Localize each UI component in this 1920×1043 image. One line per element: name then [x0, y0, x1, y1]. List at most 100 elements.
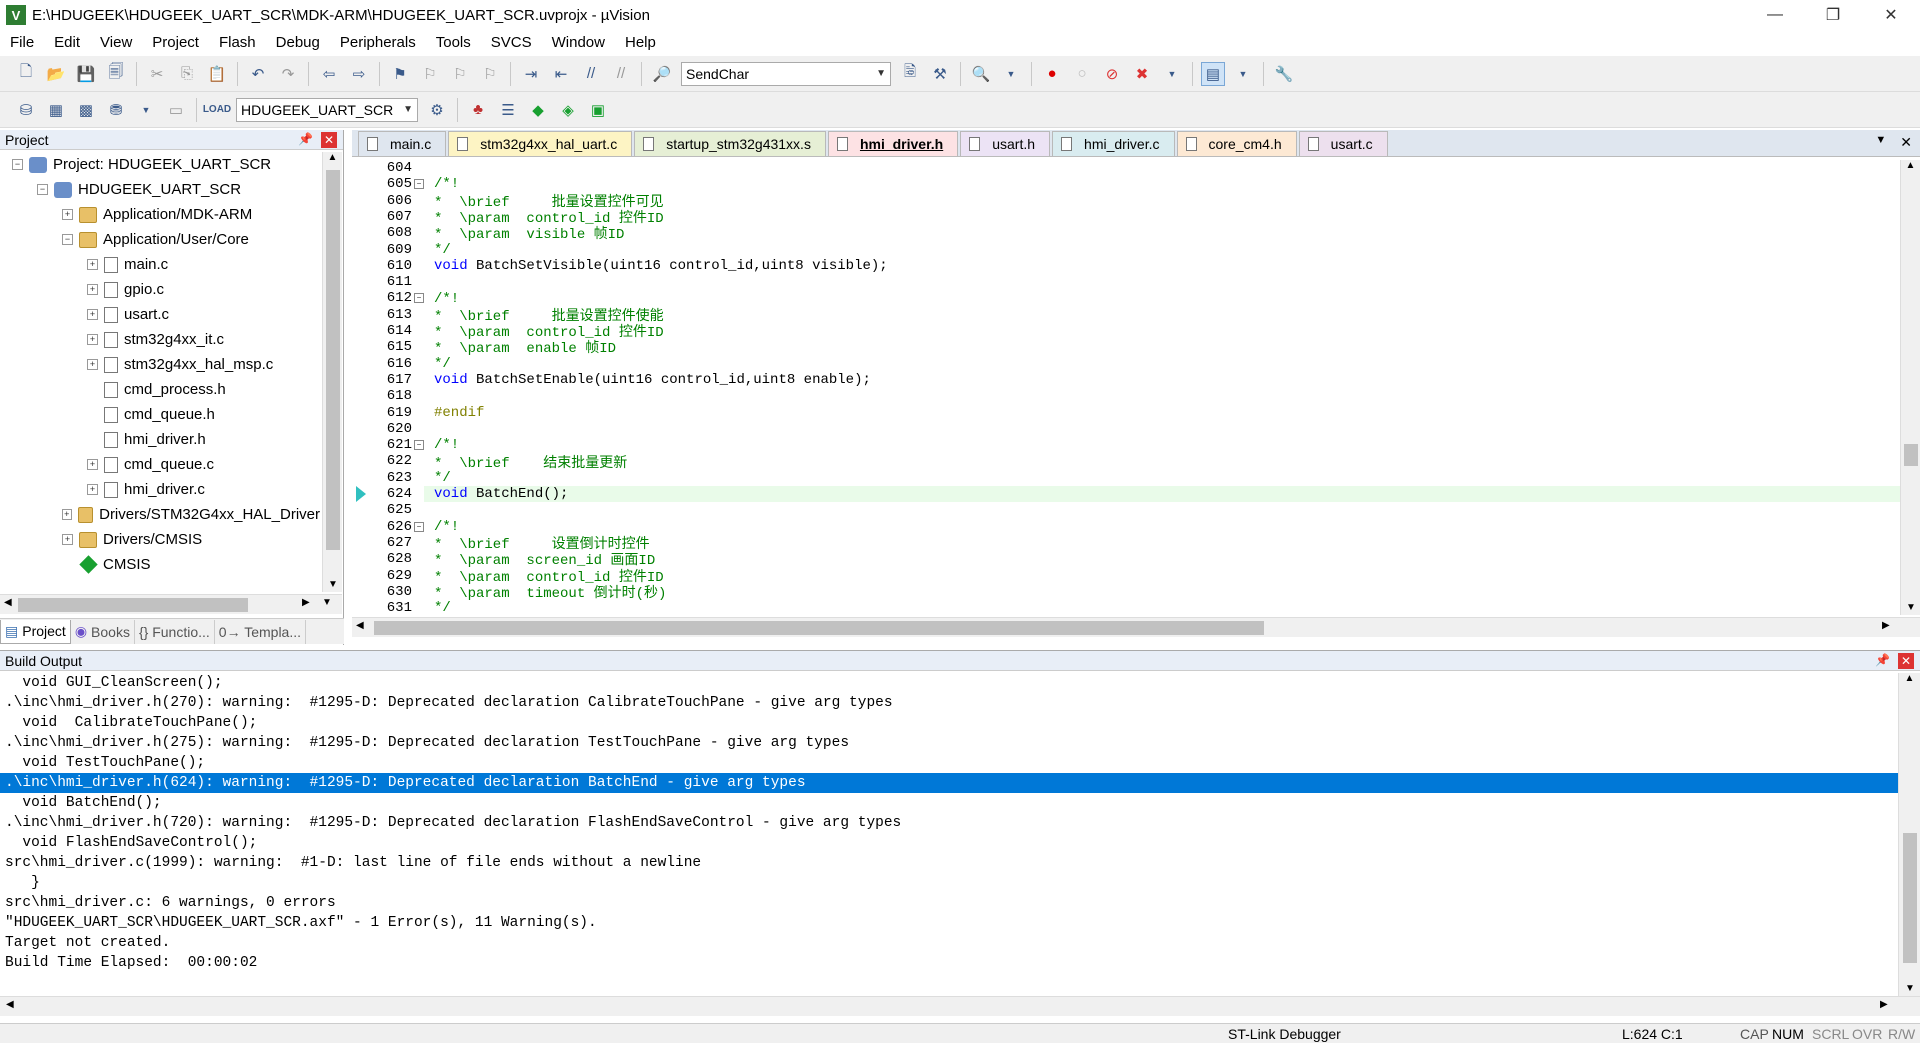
build-icon[interactable]: ▦ — [44, 98, 68, 122]
copy-icon[interactable]: ⎘ — [175, 62, 199, 86]
expand-icon[interactable]: + — [87, 484, 98, 495]
chevron-down-icon[interactable]: ▼ — [134, 98, 158, 122]
tree-item[interactable]: + Application/MDK-ARM — [0, 202, 320, 227]
collapse-icon[interactable]: − — [12, 159, 23, 170]
menu-file[interactable]: File — [0, 34, 44, 51]
expand-icon[interactable]: + — [62, 209, 73, 220]
breakpoint-icon[interactable]: ● — [1040, 62, 1064, 86]
tab-project[interactable]: ▤ Project — [0, 619, 71, 644]
tree-item[interactable]: + main.c — [0, 252, 320, 277]
project-tree-hscrollbar[interactable]: ◀ ▶ ▼ — [0, 594, 342, 614]
batch-build-icon[interactable]: ⛃ — [104, 98, 128, 122]
disable-breakpoint-icon[interactable]: ○ — [1070, 62, 1094, 86]
menu-flash[interactable]: Flash — [209, 34, 266, 51]
scrollbar-thumb[interactable] — [18, 598, 248, 612]
editor-tab[interactable]: usart.c — [1298, 131, 1388, 156]
code-text[interactable]: /*! * \brief 批量设置控件可见 * \param control_id … — [424, 160, 1904, 615]
menu-project[interactable]: Project — [142, 34, 209, 51]
editor-tab[interactable]: core_cm4.h — [1176, 131, 1297, 156]
tree-item[interactable]: CMSIS — [0, 552, 320, 577]
tab-templates[interactable]: 0→ Templa... — [215, 619, 307, 644]
menu-tools[interactable]: Tools — [426, 34, 481, 51]
target-combo[interactable]: HDUGEEK_UART_SCR ▼ — [236, 97, 418, 122]
scrollbar-thumb[interactable] — [1903, 833, 1917, 963]
pin-icon[interactable]: 📌 — [298, 132, 313, 146]
unindent-icon[interactable]: ⇤ — [549, 62, 573, 86]
expand-icon[interactable]: + — [87, 309, 98, 320]
chevron-down-icon[interactable]: ▼ — [1231, 62, 1255, 86]
editor-vscrollbar[interactable]: ▲ ▼ — [1900, 160, 1920, 615]
comment-icon[interactable]: // — [579, 62, 603, 86]
build-output-line[interactable]: .\inc\hmi_driver.h(275): warning: #1295-… — [0, 733, 1898, 753]
fold-icon[interactable]: − — [414, 179, 424, 190]
multi-project-icon[interactable]: ☰ — [496, 98, 520, 122]
tree-item[interactable]: + hmi_driver.c — [0, 477, 320, 502]
close-icon[interactable]: ✕ — [1898, 653, 1914, 669]
menu-window[interactable]: Window — [542, 34, 615, 51]
tree-item[interactable]: + stm32g4xx_hal_msp.c — [0, 352, 320, 377]
tab-list-dropdown-icon[interactable]: ▼ — [1875, 134, 1886, 151]
project-tree-vscrollbar[interactable]: ▲ ▼ — [322, 152, 342, 592]
tree-item[interactable]: + cmd_queue.c — [0, 452, 320, 477]
disable-all-breakpoints-icon[interactable]: ⊘ — [1100, 62, 1124, 86]
expand-icon[interactable]: + — [87, 284, 98, 295]
fold-icon[interactable]: − — [414, 521, 424, 532]
pack-installer-icon[interactable]: ▣ — [586, 98, 610, 122]
tree-item[interactable]: cmd_process.h — [0, 377, 320, 402]
editor-tab[interactable]: startup_stm32g431xx.s — [634, 131, 826, 156]
tree-item[interactable]: + gpio.c — [0, 277, 320, 302]
scrollbar-thumb[interactable] — [1904, 444, 1918, 466]
build-output-line[interactable]: void BatchEnd(); — [0, 793, 1898, 813]
tree-item[interactable]: + Drivers/STM32G4xx_HAL_Driver — [0, 502, 320, 527]
build-output-text[interactable]: void GUI_CleanScreen(); .\inc\hmi_driver.… — [0, 673, 1898, 996]
manage-rte-icon[interactable]: ◆ — [526, 98, 550, 122]
build-output-line[interactable]: void GUI_CleanScreen(); — [0, 673, 1898, 693]
build-output-line[interactable]: } — [0, 873, 1898, 893]
menu-svcs[interactable]: SVCS — [481, 34, 542, 51]
tree-item[interactable]: − Project: HDUGEEK_UART_SCR — [0, 152, 320, 177]
expand-icon[interactable]: + — [62, 509, 72, 520]
editor-tab[interactable]: hmi_driver.h — [827, 131, 959, 156]
expand-icon[interactable]: + — [87, 359, 98, 370]
tree-item[interactable]: + stm32g4xx_it.c — [0, 327, 320, 352]
editor-tab[interactable]: usart.h — [960, 131, 1051, 156]
expand-icon[interactable]: + — [87, 259, 98, 270]
build-output-line[interactable]: void TestTouchPane(); — [0, 753, 1898, 773]
build-output-line[interactable]: .\inc\hmi_driver.h(270): warning: #1295-… — [0, 693, 1898, 713]
tree-item[interactable]: hmi_driver.h — [0, 427, 320, 452]
expand-icon[interactable]: + — [62, 534, 73, 545]
paste-icon[interactable]: 📋 — [205, 62, 229, 86]
debug-session-icon[interactable]: 🔍 — [969, 62, 993, 86]
close-icon[interactable]: ✕ — [321, 132, 337, 148]
pin-icon[interactable]: 📌 — [1875, 653, 1890, 667]
new-file-icon[interactable]: 🗋 — [14, 62, 38, 86]
scrollbar-thumb[interactable] — [374, 621, 1264, 635]
minimize-button[interactable]: — — [1746, 0, 1804, 30]
kill-all-breakpoints-icon[interactable]: ✖ — [1130, 62, 1154, 86]
editor-tab[interactable]: hmi_driver.c — [1052, 131, 1175, 156]
expand-icon[interactable]: + — [87, 459, 98, 470]
save-all-icon[interactable]: 🗐 — [104, 62, 128, 86]
find-icon[interactable]: 🗟 — [898, 62, 922, 86]
options-for-target-icon[interactable]: ⚙ — [425, 98, 449, 122]
undo-icon[interactable]: ↶ — [246, 62, 270, 86]
build-output-line[interactable]: .\inc\hmi_driver.h(720): warning: #1295-… — [0, 813, 1898, 833]
fold-icon[interactable]: − — [414, 440, 424, 451]
build-output-line[interactable]: src\hmi_driver.c(1999): warning: #1-D: l… — [0, 853, 1898, 873]
tree-item[interactable]: + usart.c — [0, 302, 320, 327]
build-output-vscrollbar[interactable]: ▲ ▼ — [1898, 673, 1920, 996]
build-output-line[interactable]: void FlashEndSaveControl(); — [0, 833, 1898, 853]
build-output-line[interactable]: .\inc\hmi_driver.h(624): warning: #1295-… — [0, 773, 1898, 793]
build-output-line[interactable]: "HDUGEEK_UART_SCR\HDUGEEK_UART_SCR.axf" … — [0, 913, 1898, 933]
uncomment-icon[interactable]: // — [609, 62, 633, 86]
editor-hscrollbar[interactable]: ◀ ▶ — [352, 617, 1920, 637]
clear-bookmarks-icon[interactable]: ⚐ — [478, 62, 502, 86]
incremental-find-icon[interactable]: ⚒ — [928, 62, 952, 86]
find-combo[interactable]: SendChar ▼ — [681, 61, 891, 86]
tree-item[interactable]: − HDUGEEK_UART_SCR — [0, 177, 320, 202]
manage-project-items-icon[interactable]: ♣ — [466, 98, 490, 122]
rebuild-icon[interactable]: ▩ — [74, 98, 98, 122]
navigate-back-icon[interactable]: ⇦ — [317, 62, 341, 86]
tree-item[interactable]: cmd_queue.h — [0, 402, 320, 427]
chevron-down-icon[interactable]: ▼ — [999, 62, 1023, 86]
